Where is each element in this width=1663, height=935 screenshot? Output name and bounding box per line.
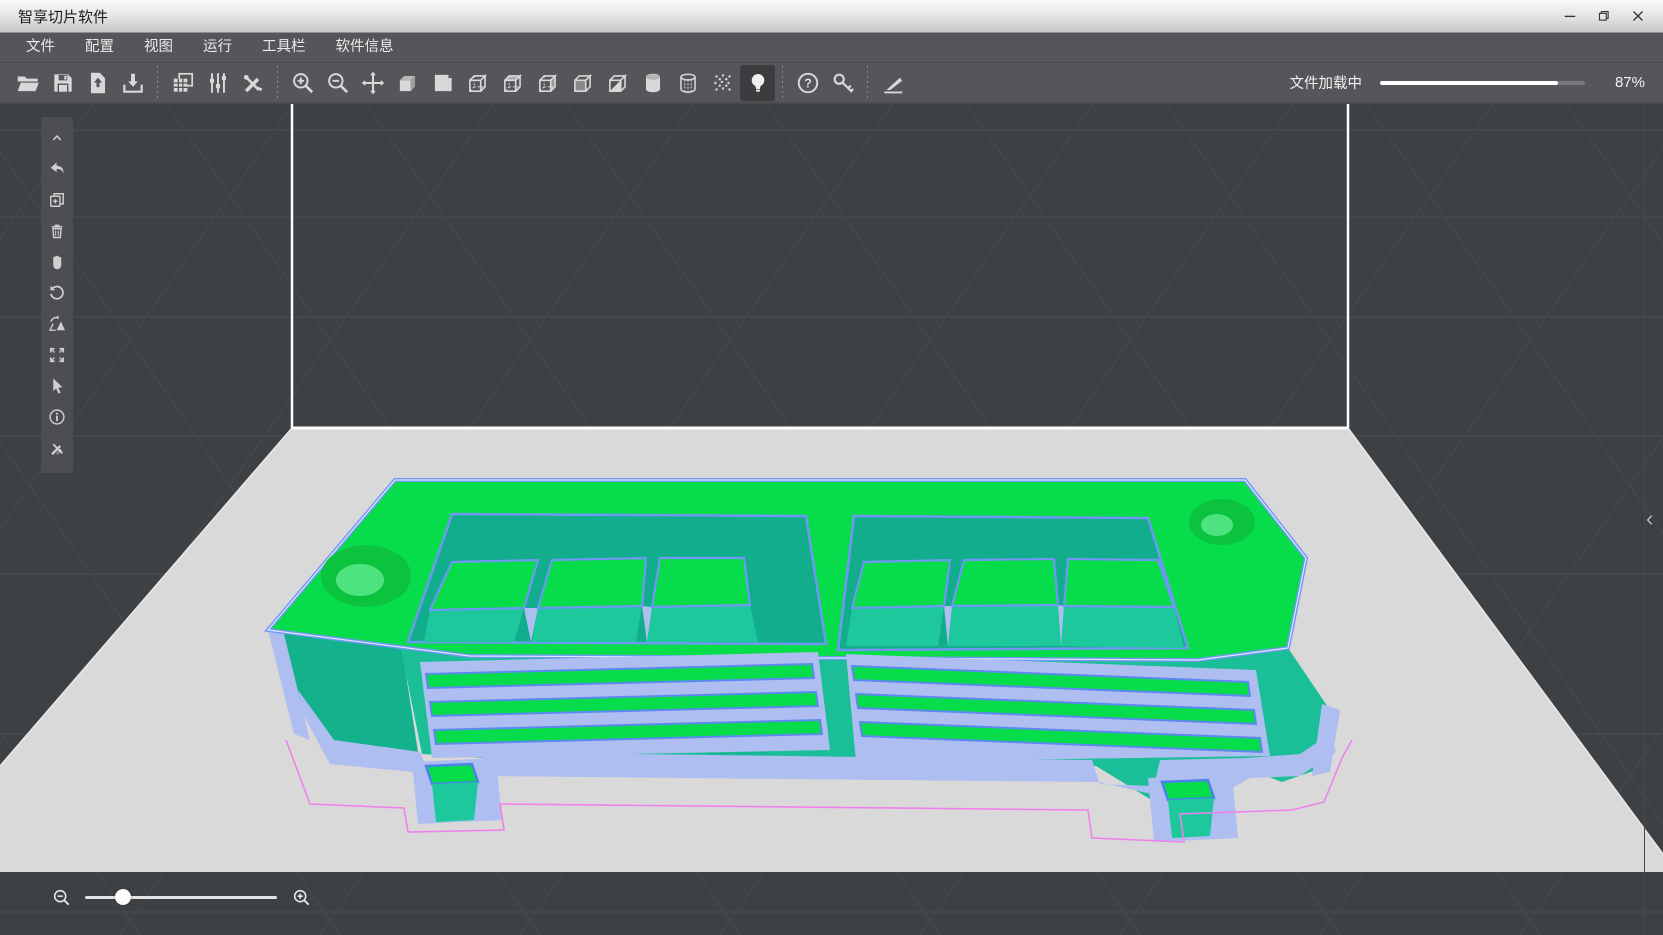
view-points-button[interactable] — [705, 65, 740, 101]
menu-toolbar[interactable]: 工具栏 — [247, 33, 321, 62]
model-pads-left — [424, 558, 758, 642]
view-ghost-button[interactable] — [565, 65, 600, 101]
zoom-slider-thumb[interactable] — [115, 889, 131, 905]
view-solid-button[interactable] — [390, 65, 425, 101]
zoom-out-button[interactable] — [48, 884, 74, 910]
pan-hand-button[interactable] — [43, 246, 71, 277]
zoom-in-button[interactable] — [288, 884, 314, 910]
license-key-button[interactable] — [825, 65, 860, 101]
tools-button[interactable] — [235, 65, 270, 101]
move-button[interactable] — [355, 65, 390, 101]
restore-button[interactable] — [1587, 3, 1621, 29]
save-button[interactable] — [45, 65, 80, 101]
progress-label: 文件加载中 — [1290, 72, 1363, 93]
view-surface-button[interactable] — [425, 65, 460, 101]
close-button[interactable] — [1621, 3, 1655, 29]
collapse-button[interactable] — [43, 122, 71, 153]
minimize-button[interactable] — [1553, 3, 1587, 29]
view-wire3-button[interactable] — [530, 65, 565, 101]
rotate-button[interactable] — [43, 277, 71, 308]
light-button[interactable] — [740, 65, 775, 101]
add-copy-button[interactable] — [43, 184, 71, 215]
zoom-in-button[interactable] — [285, 65, 320, 101]
repair-tools-button[interactable] — [43, 432, 71, 463]
model-slats-right — [846, 654, 1270, 762]
model-info-button[interactable] — [43, 401, 71, 432]
progress-percent: 87% — [1607, 74, 1645, 91]
svg-text:?: ? — [804, 76, 812, 90]
export-gcode-button[interactable] — [115, 65, 150, 101]
zoom-slider[interactable] — [85, 889, 277, 905]
menu-config[interactable]: 配置 — [70, 33, 129, 62]
view-half-button[interactable] — [600, 65, 635, 101]
open-folder-button[interactable] — [10, 65, 45, 101]
zoom-slider-track[interactable] — [85, 896, 277, 899]
zoom-slider-bar — [48, 883, 314, 911]
window-title: 智享切片软件 — [18, 6, 108, 27]
mirror-flip-button[interactable] — [43, 308, 71, 339]
build-volume-edges — [292, 104, 1348, 428]
help-button[interactable]: ? — [790, 65, 825, 101]
view-cylinder-wire-button[interactable] — [670, 65, 705, 101]
main-toolbar: ? 文件加载中 87% — [0, 62, 1663, 104]
slice-button[interactable] — [165, 65, 200, 101]
delete-button[interactable] — [43, 215, 71, 246]
select-cursor-button[interactable] — [43, 370, 71, 401]
model-pads-right — [846, 559, 1184, 648]
undo-button[interactable] — [43, 153, 71, 184]
blade-button[interactable] — [875, 65, 910, 101]
parameters-button[interactable] — [200, 65, 235, 101]
viewport-3d[interactable] — [0, 104, 1663, 935]
progress-fill — [1380, 81, 1558, 85]
view-wire1-button[interactable] — [460, 65, 495, 101]
window-controls — [1553, 3, 1655, 29]
model-cube-left — [412, 758, 502, 824]
fit-view-button[interactable] — [43, 339, 71, 370]
right-panel-toggle[interactable] — [1640, 508, 1660, 532]
progress-bar — [1380, 81, 1585, 85]
menu-run[interactable]: 运行 — [188, 33, 247, 62]
zoom-out-button[interactable] — [320, 65, 355, 101]
menu-file[interactable]: 文件 — [11, 33, 70, 62]
scene-canvas[interactable] — [0, 104, 1663, 935]
view-cylinder-button[interactable] — [635, 65, 670, 101]
model-slats-left — [420, 652, 830, 758]
menu-view[interactable]: 视图 — [129, 33, 188, 62]
menu-about[interactable]: 软件信息 — [321, 33, 409, 62]
import-model-button[interactable] — [80, 65, 115, 101]
file-load-progress: 文件加载中 87% — [1290, 72, 1654, 93]
view-wire2-button[interactable] — [495, 65, 530, 101]
titlebar: 智享切片软件 — [0, 0, 1663, 33]
toolbar-separator — [867, 66, 868, 100]
model-cube-right — [1148, 774, 1238, 842]
toolbar-separator — [157, 66, 158, 100]
left-tool-panel — [41, 117, 73, 473]
menubar: 文件配置视图运行工具栏软件信息 — [0, 33, 1663, 62]
toolbar-separator — [277, 66, 278, 100]
toolbar-separator — [782, 66, 783, 100]
